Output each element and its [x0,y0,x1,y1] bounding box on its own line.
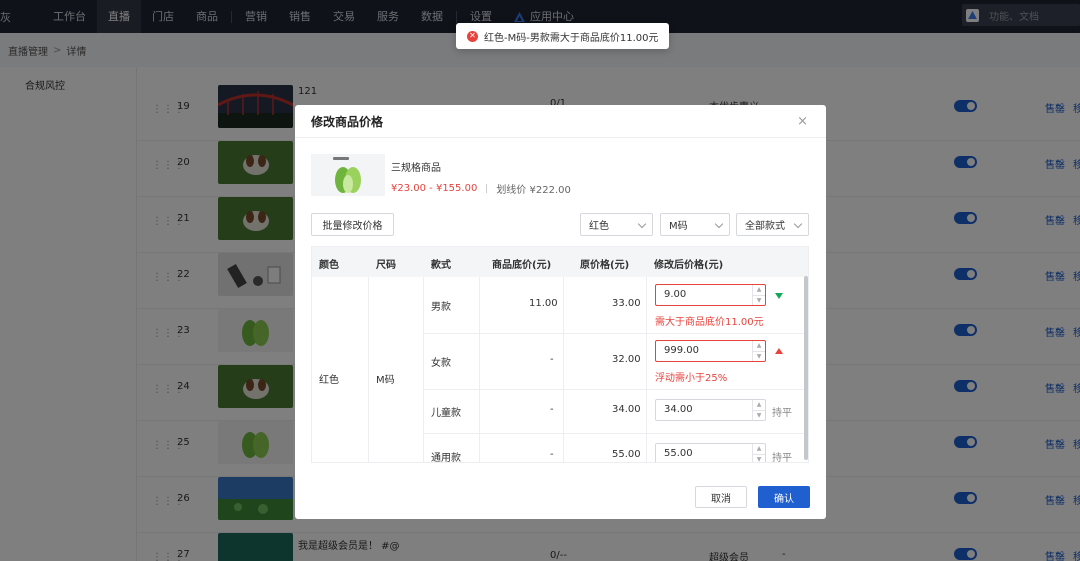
chevron-up-icon[interactable]: ▲ [753,285,765,295]
stepper[interactable]: ▲ ▼ [752,444,765,462]
table-header: 颜色 尺码 款式 商品底价(元) 原价格(元) 修改后价格(元) [312,247,808,277]
col-style: 款式 [431,260,451,271]
chevron-down-icon [714,219,724,229]
price-flat-label: 持平 [772,408,792,419]
style-select[interactable]: 全部款式 [736,213,809,236]
cell-style: 男款 [431,302,451,313]
color-select[interactable]: 红色 [580,213,653,236]
new-price-input[interactable]: 34.00 ▲ ▼ [655,399,766,421]
chevron-down-icon [637,219,647,229]
error-icon: ✕ [467,30,478,42]
grid-line [368,277,369,462]
grid-line [423,389,808,390]
grid-line [423,433,808,434]
sku-price-table: 颜色 尺码 款式 商品底价(元) 原价格(元) 修改后价格(元) 红色 M码 男… [311,246,809,463]
cell-size: M码 [376,375,395,386]
size-select-value: M码 [669,221,688,232]
product-name: 三规格商品 [391,163,441,174]
cell-base-price: - [550,404,554,415]
col-color: 颜色 [319,260,339,271]
cell-color: 红色 [319,375,339,386]
toast-message: 红色-M码-男款需大于商品底价11.00元 [484,32,659,44]
grid-line [423,333,808,334]
price-up-icon [775,348,783,354]
cell-base-price: 11.00 [529,298,558,309]
product-image [311,154,385,196]
size-select[interactable]: M码 [660,213,730,236]
price-down-icon [775,293,783,299]
product-summary: 三规格商品 ¥23.00 - ¥155.00 划线价 ¥222.00 [311,154,571,196]
new-price-input[interactable]: 999.00 ▲ ▼ [655,340,766,362]
new-price-input[interactable]: 9.00 ▲ ▼ [655,284,766,306]
grid-line [479,277,480,462]
product-price-range: ¥23.00 - ¥155.00 [391,183,478,194]
cell-style: 通用款 [431,453,461,463]
grid-line [563,277,564,462]
chevron-up-icon[interactable]: ▲ [753,400,765,410]
table-scrollbar[interactable] [804,276,808,460]
cell-base-price: - [550,449,554,460]
new-price-value: 999.00 [664,345,699,356]
validation-error: 需大于商品底价11.00元 [655,317,764,328]
batch-edit-price-button[interactable]: 批量修改价格 [311,213,394,236]
chevron-up-icon[interactable]: ▲ [753,444,765,454]
edit-price-modal: 修改商品价格 × 三规格商品 ¥23.00 - ¥155.00 划线价 ¥222… [295,105,826,519]
col-orig-price: 原价格(元) [580,260,630,271]
cancel-button[interactable]: 取消 [695,486,747,508]
product-strike-price: 划线价 ¥222.00 [496,185,571,196]
cell-style: 儿童款 [431,408,461,419]
product-info: 三规格商品 ¥23.00 - ¥155.00 划线价 ¥222.00 [391,154,571,196]
stepper[interactable]: ▲ ▼ [752,285,765,305]
chevron-down-icon[interactable]: ▼ [753,351,765,361]
new-price-value: 34.00 [664,404,693,415]
chevron-down-icon[interactable]: ▼ [753,295,765,305]
close-icon[interactable]: × [797,114,808,129]
cell-orig-price: 33.00 [612,298,641,309]
new-price-input[interactable]: 55.00 ▲ ▼ [655,443,766,462]
price-divider [486,184,488,193]
new-price-value: 9.00 [664,289,687,300]
grid-line [423,277,424,462]
confirm-button[interactable]: 确认 [758,486,810,508]
col-base-price: 商品底价(元) [492,260,552,271]
modal-title: 修改商品价格 [311,114,384,129]
stepper[interactable]: ▲ ▼ [752,400,765,420]
chevron-down-icon[interactable]: ▼ [753,454,765,462]
cell-style: 女款 [431,358,451,369]
cell-base-price: - [550,354,554,365]
col-new-price: 修改后价格(元) [654,260,724,271]
chevron-down-icon [793,219,803,229]
cell-orig-price: 55.00 [612,449,641,460]
error-toast: ✕ 红色-M码-男款需大于商品底价11.00元 [456,23,670,49]
chevron-up-icon[interactable]: ▲ [753,341,765,351]
price-flat-label: 持平 [772,453,792,463]
validation-error: 浮动需小于25% [655,373,728,384]
cell-orig-price: 34.00 [612,404,641,415]
modal-header: 修改商品价格 × [295,105,826,138]
new-price-value: 55.00 [664,448,693,459]
col-size: 尺码 [376,260,396,271]
product-price-line: ¥23.00 - ¥155.00 划线价 ¥222.00 [391,181,571,196]
chevron-down-icon[interactable]: ▼ [753,410,765,420]
grid-line [646,277,647,462]
cell-orig-price: 32.00 [612,354,641,365]
price-toolbar: 批量修改价格 红色 M码 全部款式 [311,213,809,237]
stepper[interactable]: ▲ ▼ [752,341,765,361]
style-select-value: 全部款式 [745,221,785,232]
color-select-value: 红色 [589,221,609,232]
